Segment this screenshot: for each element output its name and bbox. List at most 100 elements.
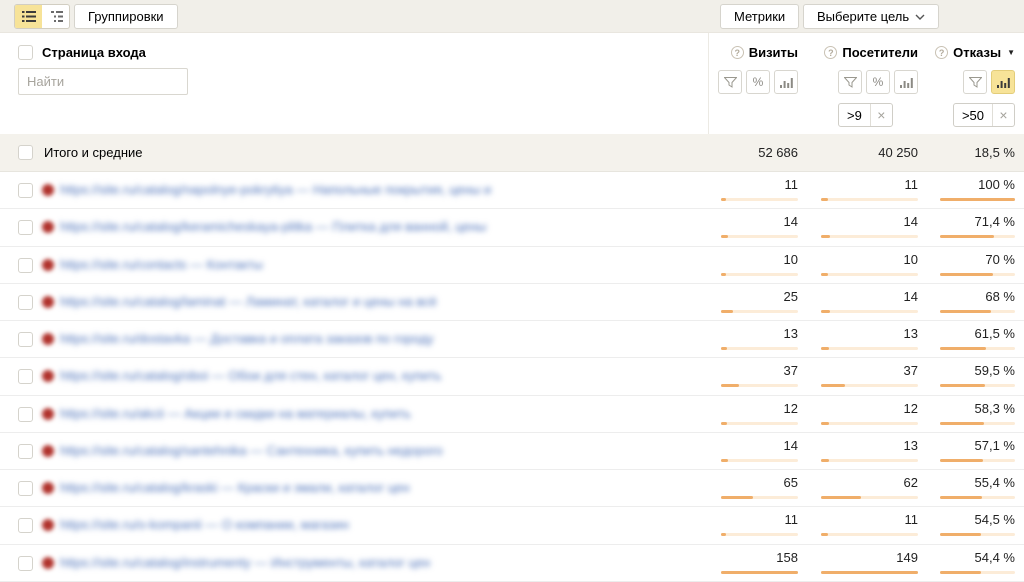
bounce-bar: [940, 533, 1015, 536]
table-row: https://site.ru/catalog/keramicheskaya-p…: [0, 209, 1024, 246]
top-toolbar: Группировки Метрики Выберите цель: [0, 0, 1024, 33]
bounce-value: 70 %: [940, 252, 1015, 267]
entry-page-link[interactable]: https://site.ru/contacts — Контакты: [60, 257, 263, 272]
visits-value: 10: [721, 252, 798, 267]
totals-visitors: 40 250: [828, 145, 918, 160]
visits-value: 11: [721, 512, 798, 527]
row-checkbox[interactable]: [18, 444, 33, 459]
help-icon[interactable]: ?: [935, 46, 948, 59]
visitors-value: 14: [821, 289, 918, 304]
help-icon[interactable]: ?: [731, 46, 744, 59]
bar-chart-button[interactable]: [991, 70, 1015, 94]
entry-page-link[interactable]: https://site.ru/catalog/keramicheskaya-p…: [60, 219, 486, 234]
bounce-bar: [940, 459, 1015, 462]
row-checkbox[interactable]: [18, 332, 33, 347]
totals-checkbox[interactable]: [18, 145, 33, 160]
bounce-value: 55,4 %: [940, 475, 1015, 490]
visitors-value: 11: [821, 512, 918, 527]
row-checkbox[interactable]: [18, 369, 33, 384]
totals-bounce: 18,5 %: [925, 145, 1015, 160]
entry-page-link[interactable]: https://site.ru/dostavka — Доставка и оп…: [60, 331, 434, 346]
visitors-bar: [821, 422, 918, 425]
row-checkbox[interactable]: [18, 220, 33, 235]
visits-bar: [721, 422, 798, 425]
bounce-bar: [940, 571, 1015, 574]
site-favicon-icon: [42, 482, 54, 494]
select-all-checkbox[interactable]: [18, 45, 33, 60]
site-favicon-icon: [42, 370, 54, 382]
bounce-value: 59,5 %: [940, 363, 1015, 378]
bounce-bar: [940, 347, 1015, 350]
visits-value: 158: [721, 550, 798, 565]
dimension-title: Страница входа: [42, 45, 146, 60]
visitors-value: 37: [821, 363, 918, 378]
list-view-icon: [22, 11, 36, 22]
site-favicon-icon: [42, 259, 54, 271]
row-checkbox[interactable]: [18, 183, 33, 198]
entry-page-link[interactable]: https://site.ru/akcii — Акции и скидки н…: [60, 406, 411, 421]
bounce-bar: [940, 198, 1015, 201]
visitors-bar: [821, 198, 918, 201]
help-icon[interactable]: ?: [824, 46, 837, 59]
search-input[interactable]: [18, 68, 188, 95]
percent-mode-button[interactable]: %: [746, 70, 770, 94]
table-row: https://site.ru/catalog/santehnika — Сан…: [0, 433, 1024, 470]
filter-funnel-button[interactable]: [838, 70, 862, 94]
visits-value: 13: [721, 326, 798, 341]
row-checkbox[interactable]: [18, 481, 33, 496]
site-favicon-icon: [42, 184, 54, 196]
visits-bar: [721, 347, 798, 350]
row-checkbox[interactable]: [18, 518, 33, 533]
row-checkbox[interactable]: [18, 258, 33, 273]
entry-page-link[interactable]: https://site.ru/catalog/napolnye-pokryti…: [60, 182, 493, 197]
bounce-bar: [940, 422, 1015, 425]
bounce-value: 54,5 %: [940, 512, 1015, 527]
close-icon[interactable]: ×: [992, 104, 1014, 126]
entry-page-link[interactable]: https://site.ru/catalog/santehnika — Сан…: [60, 443, 443, 458]
entry-page-link[interactable]: https://site.ru/catalog/laminat — Ламина…: [60, 294, 437, 309]
bounce-filter-value: >50: [954, 104, 992, 126]
bounce-filter-chip: >50 ×: [953, 103, 1015, 127]
table-row: https://site.ru/catalog/instrumenty — Ин…: [0, 545, 1024, 582]
entry-page-link[interactable]: https://site.ru/catalog/instrumenty — Ин…: [60, 555, 430, 570]
visitors-value: 12: [821, 401, 918, 416]
table-body: https://site.ru/catalog/napolnye-pokryti…: [0, 172, 1024, 582]
totals-label: Итого и средние: [44, 145, 142, 160]
visitors-bar: [821, 496, 918, 499]
tree-view-button[interactable]: [42, 5, 69, 28]
visitors-value: 13: [821, 438, 918, 453]
bounce-bar: [940, 310, 1015, 313]
filter-funnel-button[interactable]: [963, 70, 987, 94]
table-row: https://site.ru/contacts — Контакты 10 1…: [0, 247, 1024, 284]
totals-row: Итого и средние 52 686 40 250 18,5 %: [0, 134, 1024, 172]
site-favicon-icon: [42, 408, 54, 420]
site-favicon-icon: [42, 445, 54, 457]
bounce-value: 54,4 %: [940, 550, 1015, 565]
row-checkbox[interactable]: [18, 295, 33, 310]
table-row: https://site.ru/catalog/napolnye-pokryti…: [0, 172, 1024, 209]
entry-page-link[interactable]: https://site.ru/catalog/oboi — Обои для …: [60, 368, 441, 383]
bounce-value: 68 %: [940, 289, 1015, 304]
visits-value: 65: [721, 475, 798, 490]
report-screen: Группировки Метрики Выберите цель Страни…: [0, 0, 1024, 582]
entry-page-link[interactable]: https://site.ru/catalog/kraski — Краски …: [60, 480, 410, 495]
list-view-button[interactable]: [15, 5, 42, 28]
filter-funnel-button[interactable]: [718, 70, 742, 94]
visitors-bar: [821, 310, 918, 313]
visitors-value: 10: [821, 252, 918, 267]
visitors-bar: [821, 533, 918, 536]
bounce-bar: [940, 235, 1015, 238]
table-row: https://site.ru/akcii — Акции и скидки н…: [0, 396, 1024, 433]
bounce-value: 58,3 %: [940, 401, 1015, 416]
row-checkbox[interactable]: [18, 556, 33, 571]
metrics-button[interactable]: Метрики: [720, 4, 799, 29]
entry-page-link[interactable]: https://site.ru/o-kompanii — О компании,…: [60, 517, 349, 532]
row-checkbox[interactable]: [18, 407, 33, 422]
bounce-value: 61,5 %: [940, 326, 1015, 341]
groupings-button[interactable]: Группировки: [74, 4, 178, 29]
visits-value: 14: [721, 438, 798, 453]
visitors-bar: [821, 273, 918, 276]
visits-bar: [721, 459, 798, 462]
sort-desc-icon[interactable]: ▼: [1007, 48, 1015, 57]
select-goal-button[interactable]: Выберите цель: [803, 4, 939, 29]
